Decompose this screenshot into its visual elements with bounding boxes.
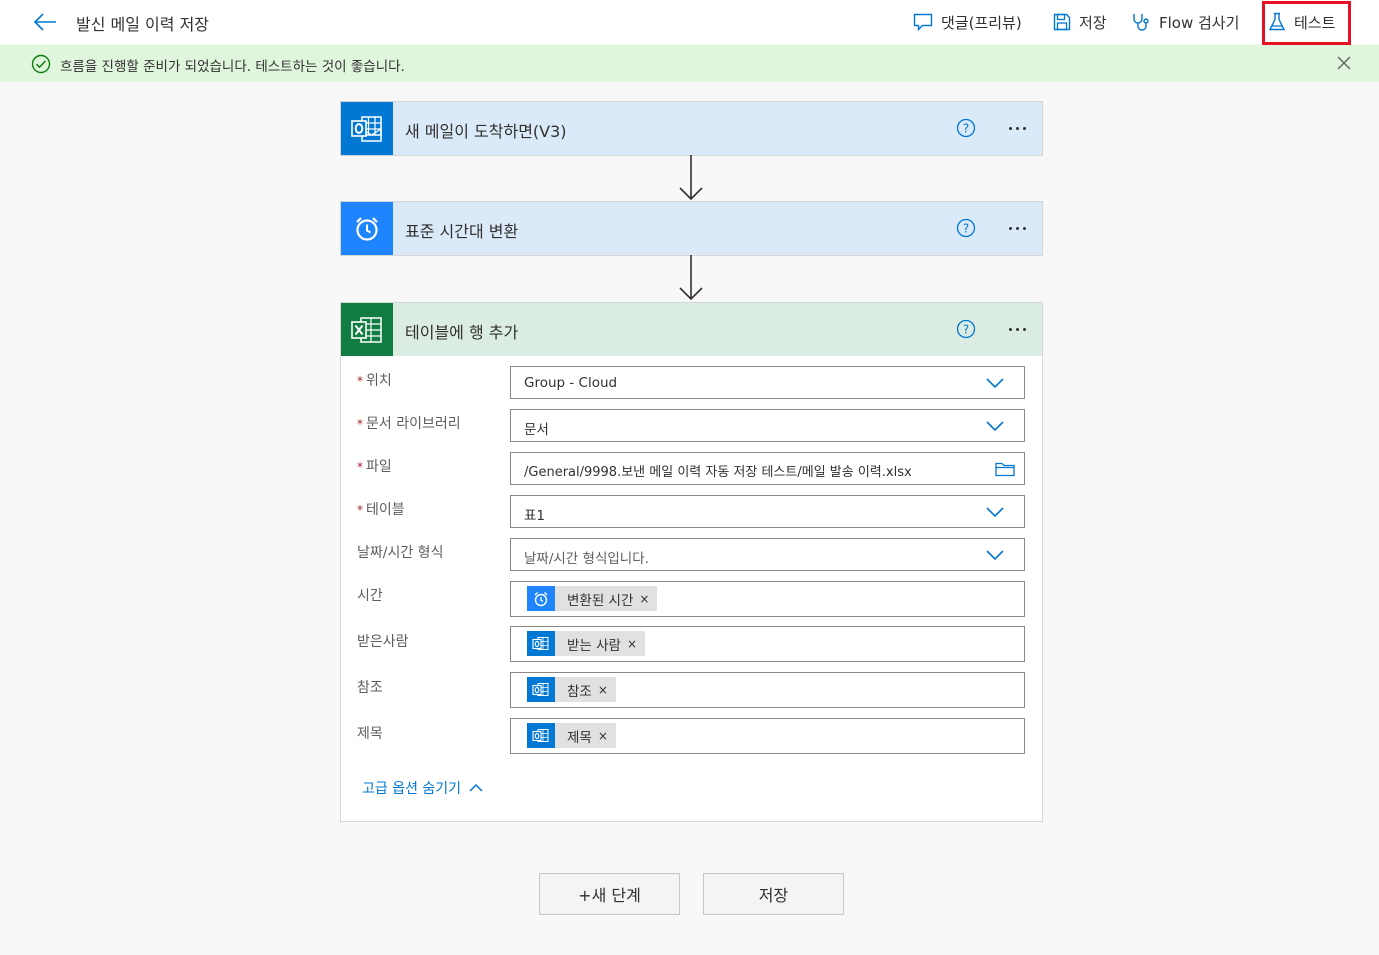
library-value: 문서 (524, 422, 549, 438)
datetime-format-label: 날짜/시간 형식 (357, 545, 444, 561)
outlook-icon (341, 102, 393, 155)
library-dropdown[interactable]: 문서 (510, 409, 1025, 442)
token-label: 참조 (567, 683, 592, 700)
library-label: * 문서 라이브러리 (357, 416, 461, 432)
cc-label: 참조 (357, 680, 383, 696)
time-input[interactable]: 변환된 시간 × (510, 581, 1025, 617)
step-title: 표준 시간대 변환 (405, 222, 519, 241)
chevron-down-icon (986, 507, 1004, 518)
dynamic-content-token: 변환된 시간 × (527, 586, 658, 611)
chevron-up-icon (469, 783, 483, 792)
svg-text:?: ? (963, 122, 969, 136)
top-bar: 발신 메일 이력 저장 댓글(프리뷰) 저장 Flow 검사기 테스트 (0, 0, 1379, 45)
alarm-clock-icon (527, 586, 555, 611)
hide-advanced-options-link[interactable]: 고급 옵션 숨기기 (362, 778, 483, 798)
dynamic-content-token: 받는 사람 × (527, 631, 646, 656)
file-label: * 파일 (357, 459, 392, 475)
more-options-icon[interactable] (1002, 316, 1032, 342)
table-label: * 테이블 (357, 502, 405, 518)
svg-text:?: ? (963, 222, 969, 236)
svg-text:?: ? (963, 323, 969, 337)
help-icon[interactable]: ? (956, 218, 976, 238)
more-options-icon[interactable] (1002, 115, 1032, 141)
step-header[interactable]: 테이블에 행 추가 ? (341, 303, 1042, 356)
step-card-new-email: 새 메일이 도착하면(V3) ? (340, 101, 1043, 156)
file-picker[interactable]: /General/9998.보낸 메일 이력 자동 저장 테스트/메일 발송 이… (510, 452, 1025, 485)
comment-icon (913, 13, 933, 31)
check-circle-icon (31, 54, 51, 74)
connector-arrow (679, 255, 703, 301)
chevron-down-icon (986, 550, 1004, 561)
cc-input[interactable]: 참조 × (510, 672, 1025, 708)
flow-checker-label: Flow 검사기 (1159, 13, 1240, 32)
step-title: 테이블에 행 추가 (405, 323, 519, 342)
token-label: 변환된 시간 (567, 592, 634, 609)
to-input[interactable]: 받는 사람 × (510, 626, 1025, 662)
step-header[interactable]: 표준 시간대 변환 ? (341, 202, 1042, 255)
more-options-icon[interactable] (1002, 215, 1032, 241)
outlook-icon (527, 723, 555, 748)
outlook-icon (527, 677, 555, 702)
datetime-format-dropdown[interactable]: 날짜/시간 형식입니다. (510, 538, 1025, 571)
save-button[interactable]: 저장 (1053, 9, 1107, 35)
chevron-down-icon (986, 378, 1004, 389)
folder-icon[interactable] (995, 461, 1015, 477)
location-label: * 위치 (357, 373, 392, 389)
banner-message: 흐름을 진행할 준비가 되었습니다. 테스트하는 것이 좋습니다. (60, 59, 405, 75)
test-highlight-box (1262, 1, 1351, 45)
subject-input[interactable]: 제목 × (510, 718, 1025, 754)
location-value: Group - Cloud (524, 375, 618, 391)
to-label: 받은사람 (357, 634, 409, 650)
token-label: 받는 사람 (567, 637, 621, 654)
flow-title: 발신 메일 이력 저장 (76, 15, 210, 34)
save-icon (1053, 13, 1071, 31)
step-card-add-row: 테이블에 행 추가 ? * 위치 Group - Cloud * 문서 라이브러리 … (340, 302, 1043, 822)
back-arrow-icon[interactable] (32, 10, 58, 34)
dynamic-content-token: 참조 × (527, 677, 616, 702)
token-label: 제목 (567, 729, 592, 746)
alarm-clock-icon (341, 202, 393, 255)
time-label: 시간 (357, 588, 383, 604)
step-title: 새 메일이 도착하면(V3) (405, 122, 567, 141)
step-card-convert-timezone: 표준 시간대 변환 ? (340, 201, 1043, 256)
remove-token-icon[interactable]: × (598, 683, 616, 697)
comments-button[interactable]: 댓글(프리뷰) (913, 9, 1022, 35)
excel-icon (341, 303, 393, 356)
new-step-button[interactable]: +새 단계 (539, 873, 680, 915)
help-icon[interactable]: ? (956, 319, 976, 339)
datetime-format-placeholder: 날짜/시간 형식입니다. (524, 551, 649, 567)
remove-token-icon[interactable]: × (639, 592, 657, 606)
outlook-icon (527, 631, 555, 656)
subject-label: 제목 (357, 726, 383, 742)
dynamic-content-token: 제목 × (527, 723, 616, 748)
file-value: /General/9998.보낸 메일 이력 자동 저장 테스트/메일 발송 이… (524, 465, 912, 480)
location-dropdown[interactable]: Group - Cloud (510, 366, 1025, 399)
advanced-options-label: 고급 옵션 숨기기 (362, 781, 462, 797)
remove-token-icon[interactable]: × (598, 729, 616, 743)
save-label: 저장 (1079, 13, 1107, 32)
stethoscope-icon (1133, 14, 1149, 31)
save-flow-button[interactable]: 저장 (703, 873, 844, 915)
flow-checker-button[interactable]: Flow 검사기 (1131, 9, 1239, 35)
connector-arrow (679, 155, 703, 201)
help-icon[interactable]: ? (956, 118, 976, 138)
step-header[interactable]: 새 메일이 도착하면(V3) ? (341, 102, 1042, 155)
ready-banner: 흐름을 진행할 준비가 되었습니다. 테스트하는 것이 좋습니다. (0, 45, 1379, 82)
table-value: 표1 (524, 508, 546, 524)
comments-label: 댓글(프리뷰) (941, 13, 1022, 32)
chevron-down-icon (986, 421, 1004, 432)
remove-token-icon[interactable]: × (627, 637, 645, 651)
close-icon[interactable] (1337, 56, 1351, 70)
table-dropdown[interactable]: 표1 (510, 495, 1025, 528)
